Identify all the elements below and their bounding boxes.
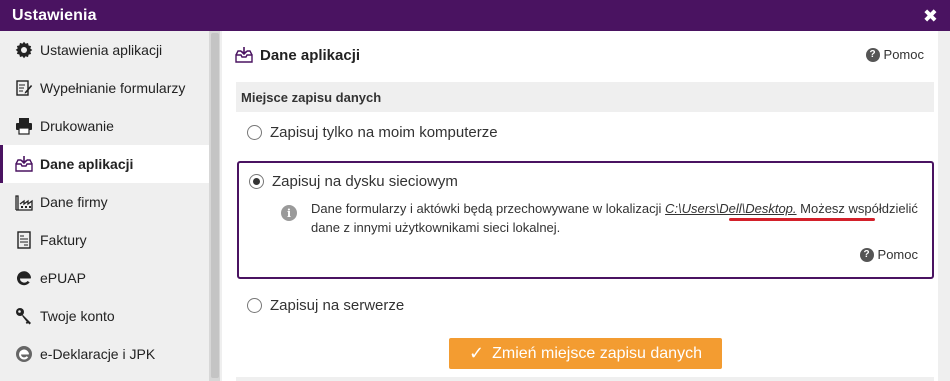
- sidebar-item-label: Drukowanie: [40, 118, 114, 134]
- sidebar-item-label: Dane firmy: [40, 194, 108, 210]
- sidebar-item-drukowanie[interactable]: Drukowanie: [0, 107, 209, 145]
- button-label: Zmień miejsce zapisu danych: [492, 344, 702, 362]
- info-icon: i: [281, 205, 297, 221]
- section-title: Miejsce zapisu danych: [236, 82, 934, 112]
- epuap-icon: [14, 268, 34, 288]
- sidebar-item-label: e-Deklaracje i JPK: [40, 346, 156, 362]
- info-message: i Dane formularzy i aktówki będą przecho…: [281, 199, 921, 237]
- change-location-button[interactable]: ✓ Zmień miejsce zapisu danych: [449, 338, 722, 369]
- option-local[interactable]: Zapisuj tylko na moim komputerze: [247, 124, 498, 141]
- option-network[interactable]: Zapisuj na dysku sieciowym: [249, 173, 458, 190]
- sidebar-item-e-deklaracje[interactable]: e-Deklaracje i JPK: [0, 335, 209, 373]
- printer-icon: [14, 116, 34, 136]
- panel-header: Dane aplikacji: [234, 43, 938, 67]
- gear-icon: [14, 40, 34, 60]
- key-icon: [14, 306, 34, 326]
- sidebar-item-faktury[interactable]: Faktury: [0, 221, 209, 259]
- info-text-before: Dane formularzy i aktówki będą przechowy…: [311, 201, 666, 216]
- invoice-icon: [14, 230, 34, 250]
- selected-option-box: Zapisuj na dysku sieciowym i Dane formul…: [237, 161, 934, 279]
- sidebar-item-label: ePUAP: [40, 270, 86, 286]
- sidebar-item-label: Wypełnianie formularzy: [40, 80, 186, 96]
- help-label: Pomoc: [883, 47, 924, 62]
- question-icon: ?: [859, 247, 874, 262]
- check-icon: ✓: [469, 343, 485, 363]
- sidebar-item-epuap[interactable]: ePUAP: [0, 259, 209, 297]
- sidebar-item-dane-aplikacji[interactable]: Dane aplikacji: [0, 145, 209, 183]
- storage-path: C:\Users\Dell\Desktop.: [665, 201, 797, 216]
- window-titlebar: Ustawienia ✖: [0, 0, 950, 31]
- sidebar-item-label: Ustawienia aplikacji: [40, 42, 163, 58]
- radio-network[interactable]: [249, 174, 264, 189]
- option-network-label: Zapisuj na dysku sieciowym: [272, 173, 458, 190]
- divider: [236, 377, 934, 381]
- scrollbar-thumb[interactable]: [211, 33, 219, 378]
- form-edit-icon: [14, 78, 34, 98]
- sidebar-item-wypelnianie-formularzy[interactable]: Wypełnianie formularzy: [0, 69, 209, 107]
- question-icon: ?: [865, 47, 880, 62]
- main-area: Dane aplikacji ? Pomoc Miejsce zapisu da…: [220, 31, 950, 381]
- edeklaracje-icon: [14, 344, 34, 364]
- radio-server[interactable]: [247, 298, 262, 313]
- sidebar-item-label: Dane aplikacji: [40, 156, 134, 172]
- option-local-label: Zapisuj tylko na moim komputerze: [270, 124, 498, 141]
- help-label: Pomoc: [877, 247, 918, 262]
- settings-panel: Dane aplikacji ? Pomoc Miejsce zapisu da…: [222, 31, 938, 381]
- radio-local[interactable]: [247, 125, 262, 140]
- page-title: Dane aplikacji: [260, 46, 361, 64]
- sidebar-item-twoje-konto[interactable]: Twoje konto: [0, 297, 209, 335]
- close-icon[interactable]: ✖: [923, 7, 938, 25]
- inbox-download-icon: [14, 154, 34, 174]
- option-server[interactable]: Zapisuj na serwerze: [247, 297, 404, 314]
- option-server-label: Zapisuj na serwerze: [270, 297, 405, 314]
- red-annotation-underline: [729, 218, 875, 221]
- window-title: Ustawienia: [12, 6, 97, 24]
- sidebar-item-label: Faktury: [40, 232, 87, 248]
- factory-icon: [14, 192, 34, 212]
- help-link[interactable]: ? Pomoc: [865, 47, 924, 62]
- sidebar-item-dane-firmy[interactable]: Dane firmy: [0, 183, 209, 221]
- sidebar-item-ustawienia-aplikacji[interactable]: Ustawienia aplikacji: [0, 31, 209, 69]
- inner-help-link[interactable]: ? Pomoc: [859, 247, 918, 262]
- inbox-download-icon: [234, 45, 254, 65]
- sidebar-item-label: Twoje konto: [40, 308, 115, 324]
- sidebar: Ustawienia aplikacji Wypełnianie formula…: [0, 31, 209, 381]
